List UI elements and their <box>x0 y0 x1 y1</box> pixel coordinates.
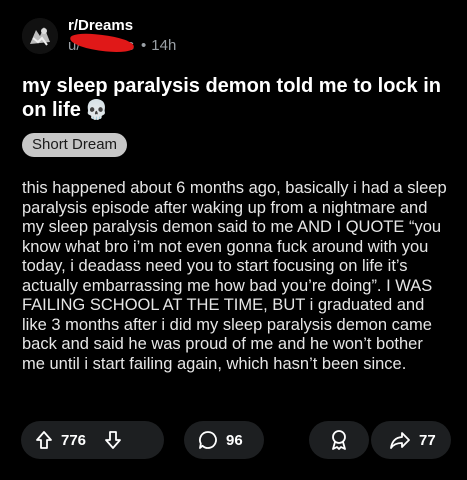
comment-button[interactable]: 96 <box>184 421 264 459</box>
post-title[interactable]: my sleep paralysis demon told me to lock… <box>22 74 452 123</box>
skull-emoji: 💀 <box>84 100 109 121</box>
reddit-post: r/Dreams u/s • 14h my sleep paralysis de… <box>0 0 467 480</box>
post-meta: r/Dreams u/s • 14h <box>68 17 176 55</box>
post-age: 14h <box>151 37 177 54</box>
post-actions: 776 96 77 <box>21 421 451 459</box>
post-body: this happened about 6 months ago, basica… <box>22 179 448 374</box>
share-count: 77 <box>419 431 436 449</box>
meta-separator: • <box>141 37 147 54</box>
share-arrow-icon <box>389 430 411 450</box>
upvote-count: 776 <box>61 431 87 449</box>
post-subline: u/s • 14h <box>68 31 177 55</box>
award-button[interactable] <box>309 421 369 459</box>
post-flair[interactable]: Short Dream <box>22 133 128 157</box>
subreddit-avatar-icon[interactable] <box>22 18 58 54</box>
upvote-arrow-icon[interactable] <box>35 430 53 450</box>
comment-count: 96 <box>226 431 243 449</box>
share-button[interactable]: 77 <box>371 421 451 459</box>
comment-bubble-icon <box>198 430 218 450</box>
post-body-text: this happened about 6 months ago, basica… <box>22 179 447 373</box>
author-username[interactable]: u/s <box>68 31 136 55</box>
award-icon <box>329 429 349 451</box>
vote-pill: 776 <box>21 421 164 459</box>
post-header: r/Dreams u/s • 14h <box>22 16 176 56</box>
subreddit-name[interactable]: r/Dreams <box>68 17 176 35</box>
downvote-arrow-icon[interactable] <box>104 430 122 450</box>
